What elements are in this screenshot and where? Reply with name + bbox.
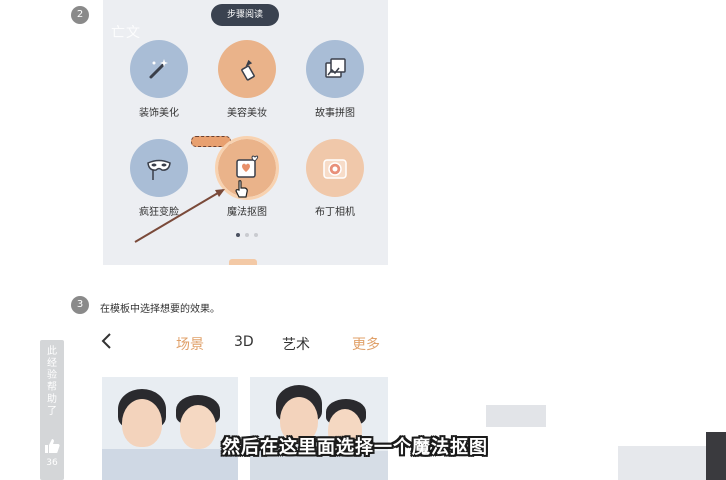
thumbs-up-icon[interactable] bbox=[43, 438, 61, 454]
template-card[interactable] bbox=[250, 377, 388, 480]
overlay-box bbox=[618, 446, 710, 480]
step-3-text: 在模板中选择想要的效果。 bbox=[100, 304, 220, 315]
tab-art[interactable]: 艺术 bbox=[282, 334, 310, 354]
helped-label: 此经验帮助了 bbox=[47, 346, 57, 417]
helped-count: 36 bbox=[46, 458, 58, 468]
bottom-tab-indicator bbox=[229, 259, 257, 265]
overlay-box bbox=[486, 405, 546, 427]
tab-scene[interactable]: 场景 bbox=[176, 334, 204, 354]
hand-pointer-icon bbox=[235, 180, 248, 198]
app-home-screenshot: 亡文 步骤阅读 装饰美化 美容美妆 故事拼图 疯狂变脸 魔法抠图 布丁相机 bbox=[103, 0, 388, 265]
step-number-3: 3 bbox=[71, 296, 89, 314]
tab-3d[interactable]: 3D bbox=[234, 334, 254, 350]
video-subtitle: 然后在这里面选择一个魔法抠图 bbox=[222, 437, 488, 458]
chevron-left-icon[interactable] bbox=[100, 332, 112, 355]
more-link[interactable]: 更多 bbox=[352, 334, 380, 354]
overlay-bar bbox=[706, 432, 726, 480]
annotation-arrow bbox=[134, 189, 225, 243]
step-number-2: 2 bbox=[71, 6, 89, 24]
template-card[interactable] bbox=[102, 377, 238, 480]
